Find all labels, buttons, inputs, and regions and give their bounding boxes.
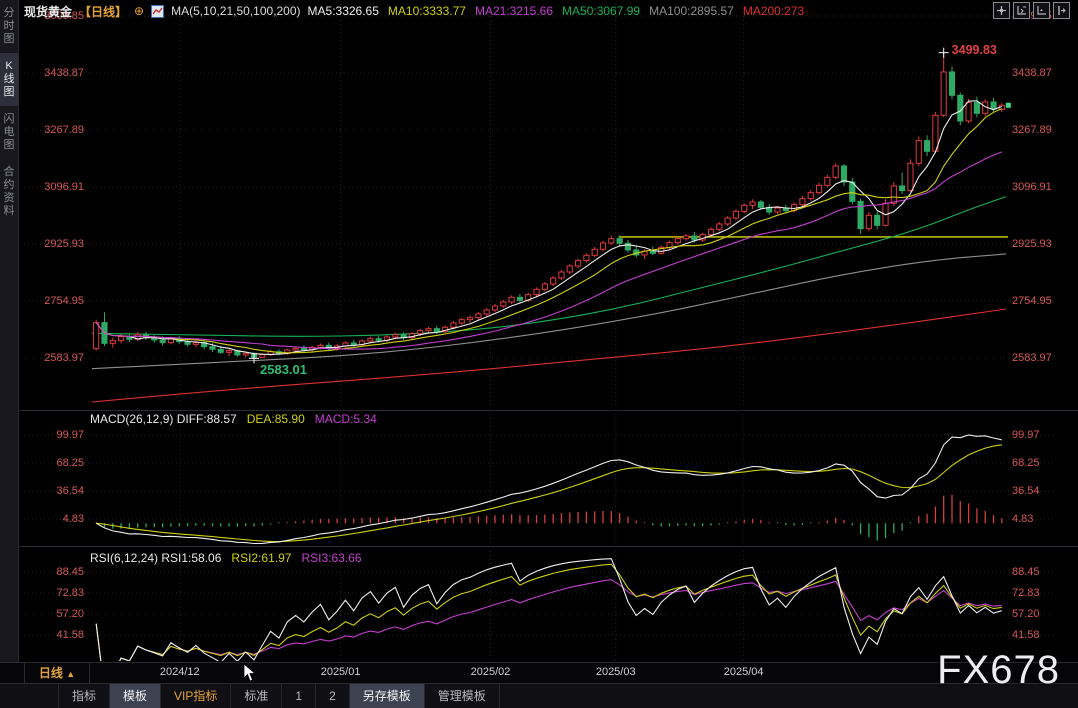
ma-readout: MA5:3326.65 bbox=[307, 4, 379, 18]
ma-readout: MA10:3333.77 bbox=[387, 4, 466, 18]
tab-bar-spacer bbox=[0, 684, 59, 708]
chart-toolbar bbox=[993, 2, 1070, 19]
indicator-readout: RSI2:61.97 bbox=[231, 551, 292, 565]
macd-indicator-header: MACD(26,12,9) DIFF:88.57 DEA:85.90 MACD:5.… bbox=[90, 412, 387, 426]
axis-tick-label: 68.25 bbox=[56, 457, 84, 469]
sidebar-item-2[interactable]: 闪电图 bbox=[0, 106, 18, 159]
axis-tick-label: 2925.93 bbox=[44, 238, 84, 250]
indicator-readout: RSI(6,12,24) RSI1:58.06 bbox=[90, 551, 222, 565]
tab-模板[interactable]: 模板 bbox=[110, 684, 162, 708]
axis-tick-label: 4.83 bbox=[62, 513, 84, 525]
indicator-readout: MACD(26,12,9) DIFF:88.57 bbox=[90, 412, 237, 426]
axis-tick-label: 2925.93 bbox=[1012, 238, 1052, 250]
price-chart-canvas[interactable] bbox=[0, 0, 1078, 708]
axis-tick-label: 99.97 bbox=[1012, 429, 1040, 441]
ma-readouts: MA5:3326.65 MA10:3333.77 MA21:3215.66 MA50:… bbox=[308, 4, 814, 18]
axis-tick-label: 36.54 bbox=[1012, 485, 1040, 497]
mouse-cursor bbox=[243, 663, 257, 682]
date-label: 2025/04 bbox=[723, 666, 764, 678]
tab-另存模板[interactable]: 另存模板 bbox=[349, 684, 425, 708]
date-label: 2024/12 bbox=[159, 666, 200, 678]
tab-1[interactable]: 1 bbox=[282, 684, 317, 708]
symbol-title: 现货黄金 bbox=[24, 4, 73, 19]
chart-header: 现货黄金 【日线】 ⊕ MA(5,10,21,50,100,200) MA5:3… bbox=[24, 2, 813, 20]
axis-tick-label: 36.54 bbox=[56, 485, 84, 497]
axis-tick-label: 2583.97 bbox=[44, 352, 84, 364]
indicator-readout: RSI3:63.66 bbox=[301, 551, 362, 565]
tab-2[interactable]: 2 bbox=[316, 684, 350, 708]
ma-settings-label: MA(5,10,21,50,100,200) bbox=[171, 4, 301, 18]
axis-tick-label: 57.20 bbox=[1012, 608, 1040, 620]
time-axis-row: 日线 ▲ 2024/12 2025/01 2025/02 2025/03 2025/04 bbox=[0, 662, 1078, 684]
axis-scale-right-icon[interactable] bbox=[1033, 2, 1050, 19]
axis-tick-label: 2754.95 bbox=[44, 295, 84, 307]
date-label: 2025/01 bbox=[320, 666, 361, 678]
period-selector-label: 日线 bbox=[38, 666, 63, 680]
axis-tick-label: 4.83 bbox=[1012, 513, 1034, 525]
tab-管理模板[interactable]: 管理模板 bbox=[425, 684, 500, 708]
axis-tick-label: 88.45 bbox=[1012, 566, 1040, 578]
sidebar-item-3[interactable]: 合约资料 bbox=[0, 159, 18, 225]
axis-tick-label: 3096.91 bbox=[1012, 181, 1052, 193]
period-selector[interactable]: 日线 ▲ bbox=[24, 663, 90, 683]
sidebar-item-1[interactable]: K线图 bbox=[0, 53, 18, 106]
chart-application-window: 分时图 K线图 闪电图 合约资料 现货黄金 【日线】 ⊕ MA(5,10,21,50,… bbox=[0, 0, 1078, 708]
axis-tick-label: 2583.97 bbox=[1012, 352, 1052, 364]
axis-tick-label: 57.20 bbox=[56, 608, 84, 620]
ma-readout: MA200:273 bbox=[742, 4, 805, 18]
add-indicator-icon[interactable]: ⊕ bbox=[134, 4, 144, 18]
chart-style-icon[interactable] bbox=[151, 4, 165, 18]
chevron-up-icon: ▲ bbox=[66, 669, 76, 679]
rsi-indicator-header: RSI(6,12,24) RSI1:58.06 RSI2:61.97 RSI3:63… bbox=[90, 551, 372, 565]
ma-readout: MA100:2895.57 bbox=[649, 4, 734, 18]
indicator-readout: DEA:85.90 bbox=[246, 412, 305, 426]
axis-tick-label: 2754.95 bbox=[1012, 295, 1052, 307]
axis-tick-label: 88.45 bbox=[56, 566, 84, 578]
axis-tick-label: 41.58 bbox=[56, 629, 84, 641]
indicator-readout: MACD:5.34 bbox=[314, 412, 377, 426]
ma-readout: MA21:3215.66 bbox=[474, 4, 554, 18]
pan-right-icon[interactable] bbox=[1053, 2, 1070, 19]
bottom-tab-bar: 指标 模板 VIP指标 标准 1 2 另存模板 管理模板 bbox=[0, 683, 1078, 708]
date-label: 2025/03 bbox=[595, 666, 636, 678]
chart-type-sidebar: 分时图 K线图 闪电图 合约资料 bbox=[0, 0, 19, 662]
period-title: 【日线】 bbox=[79, 4, 128, 19]
axis-tick-label: 3096.91 bbox=[44, 181, 84, 193]
sidebar-item-0[interactable]: 分时图 bbox=[0, 0, 18, 53]
brand-watermark: FX678 bbox=[937, 648, 1060, 692]
axis-tick-label: 3438.87 bbox=[1012, 67, 1052, 79]
axis-tick-label: 3267.89 bbox=[1012, 124, 1052, 136]
axis-tick-label: 99.97 bbox=[56, 429, 84, 441]
axis-tick-label: 3267.89 bbox=[44, 124, 84, 136]
axis-scale-left-icon[interactable] bbox=[1013, 2, 1030, 19]
tab-标准[interactable]: 标准 bbox=[231, 684, 283, 708]
tab-VIP指标[interactable]: VIP指标 bbox=[161, 684, 232, 708]
tab-指标[interactable]: 指标 bbox=[59, 684, 111, 708]
ma-readout: MA50:3067.99 bbox=[562, 4, 641, 18]
crosshair-tool-icon[interactable] bbox=[993, 2, 1010, 19]
low-price-label: 2583.01 bbox=[260, 362, 308, 378]
date-label: 2025/02 bbox=[470, 666, 511, 678]
axis-tick-label: 72.83 bbox=[1012, 586, 1040, 599]
axis-tick-label: 72.83 bbox=[56, 586, 84, 599]
axis-tick-label: 68.25 bbox=[1012, 457, 1040, 469]
axis-tick-label: 41.58 bbox=[1012, 629, 1040, 641]
high-price-label: 3499.83 bbox=[951, 42, 997, 57]
axis-tick-label: 3438.87 bbox=[44, 67, 84, 79]
